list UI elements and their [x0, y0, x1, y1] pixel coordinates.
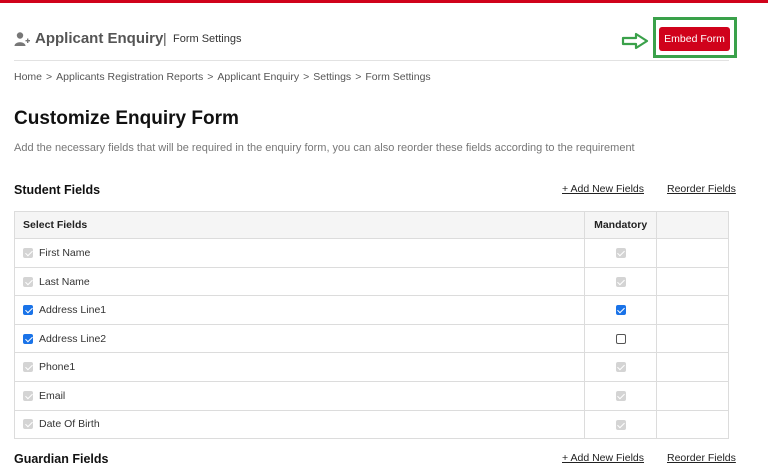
- field-cell: Date Of Birth: [13, 409, 586, 440]
- top-accent-bar: [0, 0, 768, 3]
- extra-cell: [656, 323, 729, 354]
- extra-cell: [656, 295, 729, 325]
- guardian-fields-title: Guardian Fields: [14, 452, 109, 466]
- mandatory-cell: [584, 266, 658, 297]
- table-row: Address Line1: [13, 295, 729, 325]
- mandatory-cell: [584, 380, 658, 411]
- page-subtitle: Form Settings: [173, 33, 242, 45]
- breadcrumb: Home > Applicants Registration Reports > App…: [14, 71, 431, 83]
- table-row: First Name: [13, 238, 729, 268]
- extra-cell: [656, 380, 729, 411]
- field-label: First Name: [39, 246, 91, 259]
- select-field-checkbox: [23, 362, 33, 373]
- breadcrumb-settings[interactable]: Settings: [313, 71, 351, 83]
- embed-form-button[interactable]: Embed Form: [659, 27, 730, 51]
- student-fields-table: Select Fields Mandatory First Name Last N…: [13, 211, 729, 440]
- field-cell: First Name: [13, 238, 586, 268]
- select-field-checkbox: [23, 390, 33, 401]
- field-cell: Email: [13, 380, 586, 411]
- select-field-checkbox: [23, 276, 33, 287]
- student-reorder-fields-link[interactable]: Reorder Fields: [667, 183, 736, 195]
- mandatory-cell: [584, 323, 658, 354]
- select-field-checkbox: [23, 419, 33, 430]
- student-fields-title: Student Fields: [14, 183, 101, 197]
- table-row: Last Name: [13, 266, 729, 297]
- extra-cell: [656, 409, 729, 440]
- table-row: Email: [13, 380, 729, 411]
- mandatory-checkbox: [615, 276, 626, 287]
- mandatory-checkbox: [615, 390, 626, 401]
- select-field-checkbox[interactable]: [23, 305, 33, 316]
- breadcrumb-applicant-enquiry[interactable]: Applicant Enquiry: [217, 71, 299, 83]
- field-label: Phone1: [39, 361, 76, 374]
- table-row: Date Of Birth: [13, 409, 729, 440]
- mandatory-checkbox: [615, 248, 626, 259]
- arrow-right-icon: [621, 32, 649, 50]
- select-fields-header: Select Fields: [13, 211, 586, 239]
- mandatory-cell: [584, 409, 658, 440]
- breadcrumb-form-settings: Form Settings: [365, 71, 431, 83]
- guardian-reorder-fields-link[interactable]: Reorder Fields: [667, 452, 736, 464]
- guardian-add-fields-link[interactable]: + Add New Fields: [562, 452, 644, 464]
- mandatory-checkbox[interactable]: [615, 333, 626, 344]
- field-cell: Phone1: [13, 352, 586, 382]
- breadcrumb-registration-reports[interactable]: Applicants Registration Reports: [56, 71, 203, 83]
- mandatory-checkbox[interactable]: [615, 305, 626, 316]
- mandatory-cell: [584, 352, 658, 382]
- field-cell: Last Name: [13, 266, 586, 297]
- mandatory-header: Mandatory: [584, 211, 658, 239]
- extra-header: [656, 211, 729, 239]
- field-label: Last Name: [39, 275, 90, 288]
- mandatory-checkbox: [615, 419, 626, 430]
- mandatory-checkbox: [615, 362, 626, 373]
- extra-cell: [656, 238, 729, 268]
- select-field-checkbox[interactable]: [23, 333, 33, 344]
- field-label: Email: [39, 389, 66, 402]
- table-row: Address Line2: [13, 323, 729, 354]
- extra-cell: [656, 266, 729, 297]
- extra-cell: [656, 352, 729, 382]
- app-title: Applicant Enquiry: [35, 30, 164, 47]
- field-label: Date Of Birth: [39, 418, 100, 431]
- mandatory-cell: [584, 295, 658, 325]
- table-row: Phone1: [13, 352, 729, 382]
- mandatory-cell: [584, 238, 658, 268]
- breadcrumb-home[interactable]: Home: [14, 71, 42, 83]
- title-separator: |: [163, 30, 167, 46]
- user-add-icon: [14, 32, 30, 46]
- student-add-fields-link[interactable]: + Add New Fields: [562, 183, 644, 195]
- page-title: Customize Enquiry Form: [14, 108, 239, 129]
- table-header-row: Select Fields Mandatory: [13, 211, 729, 239]
- field-label: Address Line2: [39, 332, 107, 345]
- field-cell: Address Line1: [13, 295, 586, 325]
- page-description: Add the necessary fields that will be re…: [14, 142, 635, 154]
- field-label: Address Line1: [39, 304, 107, 317]
- field-cell: Address Line2: [13, 323, 586, 354]
- select-field-checkbox: [23, 247, 33, 258]
